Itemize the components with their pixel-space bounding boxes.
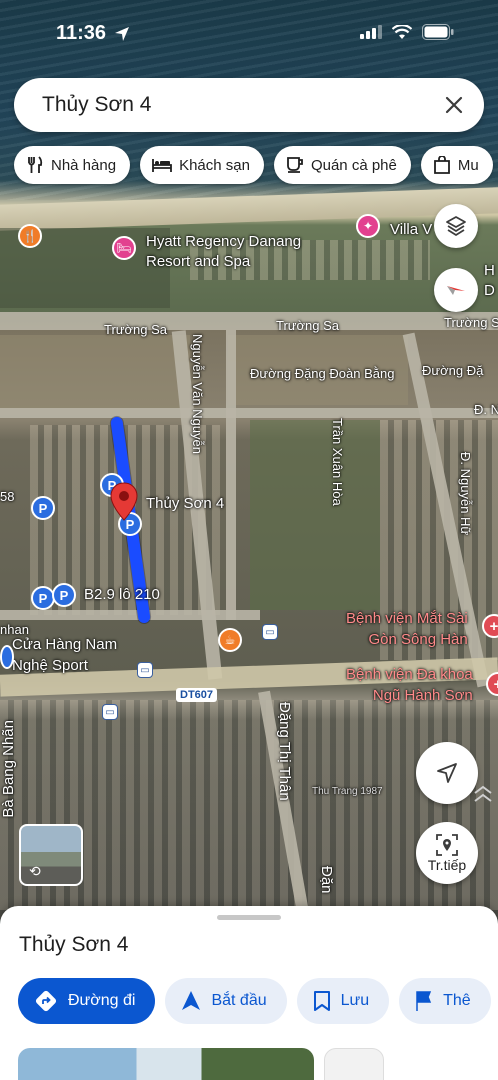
bus-stop-icon[interactable]: ▭ — [137, 662, 153, 678]
parking-pin-icon[interactable] — [0, 645, 14, 669]
bus-stop-icon[interactable]: ▭ — [102, 704, 118, 720]
location-marker-icon[interactable] — [109, 482, 139, 522]
expand-up-icon[interactable] — [472, 784, 494, 804]
wifi-icon — [392, 24, 412, 39]
label-dang-doan-bang: Đường Đặng Đoàn Bằng — [250, 366, 395, 381]
hotel-icon — [152, 159, 172, 172]
label-tran-xuan-hoa: Trần Xuân Hòa — [330, 418, 345, 506]
status-bar: 11:36 — [0, 0, 498, 66]
place-sheet[interactable]: Thủy Sơn 4 Đường đi Bắt đầu Lưu Thê — [0, 906, 498, 1080]
chip-label: Quán cà phê — [310, 156, 397, 174]
layers-button[interactable] — [434, 204, 478, 248]
place-photo[interactable] — [324, 1048, 384, 1080]
label-villa[interactable]: Villa V — [390, 221, 432, 238]
search-query[interactable]: Thủy Sơn 4 — [42, 93, 440, 117]
battery-icon — [422, 24, 454, 40]
chip-shopping[interactable]: Mu — [420, 146, 493, 184]
start-label: Bắt đầu — [211, 992, 267, 1009]
photo-strip — [18, 1048, 384, 1080]
label-dt607: DT607 — [176, 688, 218, 702]
navigation-arrow-icon — [437, 763, 457, 783]
hospital-pin-icon[interactable]: + — [486, 672, 498, 696]
label-hyatt[interactable]: Hyatt Regency Danang Resort and Spa — [146, 232, 301, 272]
label-nguyen-huu: Đ. Nguyễn Hữ — [458, 452, 473, 536]
chip-label: Nhà hàng — [51, 156, 117, 174]
live-view-button[interactable]: Tr.tiếp — [416, 822, 478, 884]
compass-button[interactable] — [434, 268, 478, 312]
label-truong-sa: Trường Sa — [444, 315, 498, 330]
layers-icon — [446, 216, 466, 236]
add-label-button[interactable]: Thê — [399, 978, 491, 1024]
label-d: D — [484, 282, 495, 299]
rotate-360-icon: ⟲ — [29, 863, 41, 879]
directions-label: Đường đi — [68, 992, 136, 1009]
label-nhan: nhan — [0, 622, 29, 637]
chip-label: Khách sạn — [179, 156, 250, 174]
place-photo[interactable] — [18, 1048, 314, 1080]
label-thu-trang[interactable]: Thu Trang 1987 — [312, 786, 383, 797]
hotel-pin-icon[interactable]: ✦ — [356, 214, 380, 238]
live-view-icon — [436, 833, 458, 856]
street-view-thumbnail[interactable]: ⟲ — [19, 824, 83, 886]
close-icon[interactable] — [440, 91, 468, 119]
status-time: 11:36 — [56, 22, 107, 44]
label-58: 58 — [0, 489, 15, 504]
empty-lot — [0, 335, 190, 415]
shopping-bag-icon — [433, 156, 450, 174]
coffee-icon — [287, 157, 303, 173]
chip-cafes[interactable]: Quán cà phê — [273, 146, 411, 184]
label-bang-nhan: Bà Bang Nhãn — [0, 720, 17, 818]
navigation-arrow-icon — [182, 991, 201, 1010]
chip-hotels[interactable]: Khách sạn — [140, 146, 264, 184]
parking-pin-icon[interactable]: P — [31, 496, 55, 520]
label-bv-da-khoa[interactable]: Bệnh viện Đa khoa Ngũ Hành Sơn — [346, 664, 473, 706]
label-dang-doan-bang: Đường Đặ — [422, 363, 484, 378]
road-truong-sa — [0, 312, 498, 330]
vegetation-lot — [250, 420, 380, 610]
chip-restaurants[interactable]: Nhà hàng — [14, 146, 131, 184]
directions-icon — [35, 990, 57, 1012]
save-button[interactable]: Lưu — [296, 978, 390, 1024]
label-dang-right: Đặn — [318, 866, 335, 894]
directions-button[interactable]: Đường đi — [18, 978, 156, 1024]
hotel-pin-icon[interactable]: 🛏 — [112, 236, 136, 260]
bookmark-icon — [313, 991, 330, 1011]
add-label-label: Thê — [443, 992, 471, 1009]
category-chips: Nhà hàng Khách sạn Quán cà phê Mu — [14, 146, 493, 184]
label-b29[interactable]: B2.9 lô 210 — [84, 586, 160, 603]
label-dang-thi-than: Đặng Thị Thân — [276, 702, 293, 801]
label-nguyen-van-nguyen: Nguyễn Văn Nguyễn — [190, 334, 205, 454]
label-d-n: Đ. N — [474, 402, 498, 417]
my-location-button[interactable] — [416, 742, 478, 804]
restaurant-icon — [28, 156, 43, 173]
label-cua-hang[interactable]: Cửa Hàng Nam Nghệ Sport — [12, 634, 117, 676]
start-button[interactable]: Bắt đầu — [165, 978, 287, 1024]
bus-stop-icon[interactable]: ▭ — [262, 624, 278, 640]
live-view-label: Tr.tiếp — [427, 856, 467, 873]
compass-icon — [447, 286, 465, 295]
coffee-pin-icon[interactable]: ☕ — [218, 628, 242, 652]
road — [226, 330, 236, 620]
label-h: H — [484, 262, 495, 279]
save-label: Lưu — [340, 992, 370, 1009]
label-truong-sa: Trường Sa — [276, 318, 339, 333]
flag-icon — [416, 991, 432, 1011]
chip-label: Mu — [457, 156, 479, 174]
cellular-signal-icon — [360, 25, 382, 39]
search-bar[interactable]: Thủy Sơn 4 — [14, 78, 484, 132]
action-row: Đường đi Bắt đầu Lưu Thê — [18, 978, 491, 1024]
label-truong-sa: Trường Sa — [104, 322, 167, 337]
label-bv-mat[interactable]: Bệnh viện Mắt Sài Gòn Sông Hàn — [346, 608, 468, 650]
label-thuy-son-4[interactable]: Thủy Sơn 4 — [146, 495, 224, 512]
road — [0, 610, 260, 620]
parking-pin-icon[interactable]: P — [52, 583, 76, 607]
restaurant-pin-icon[interactable]: 🍴 — [18, 224, 42, 248]
drag-handle[interactable] — [217, 915, 281, 920]
place-title: Thủy Sơn 4 — [19, 933, 129, 956]
location-arrow-icon — [115, 27, 129, 41]
